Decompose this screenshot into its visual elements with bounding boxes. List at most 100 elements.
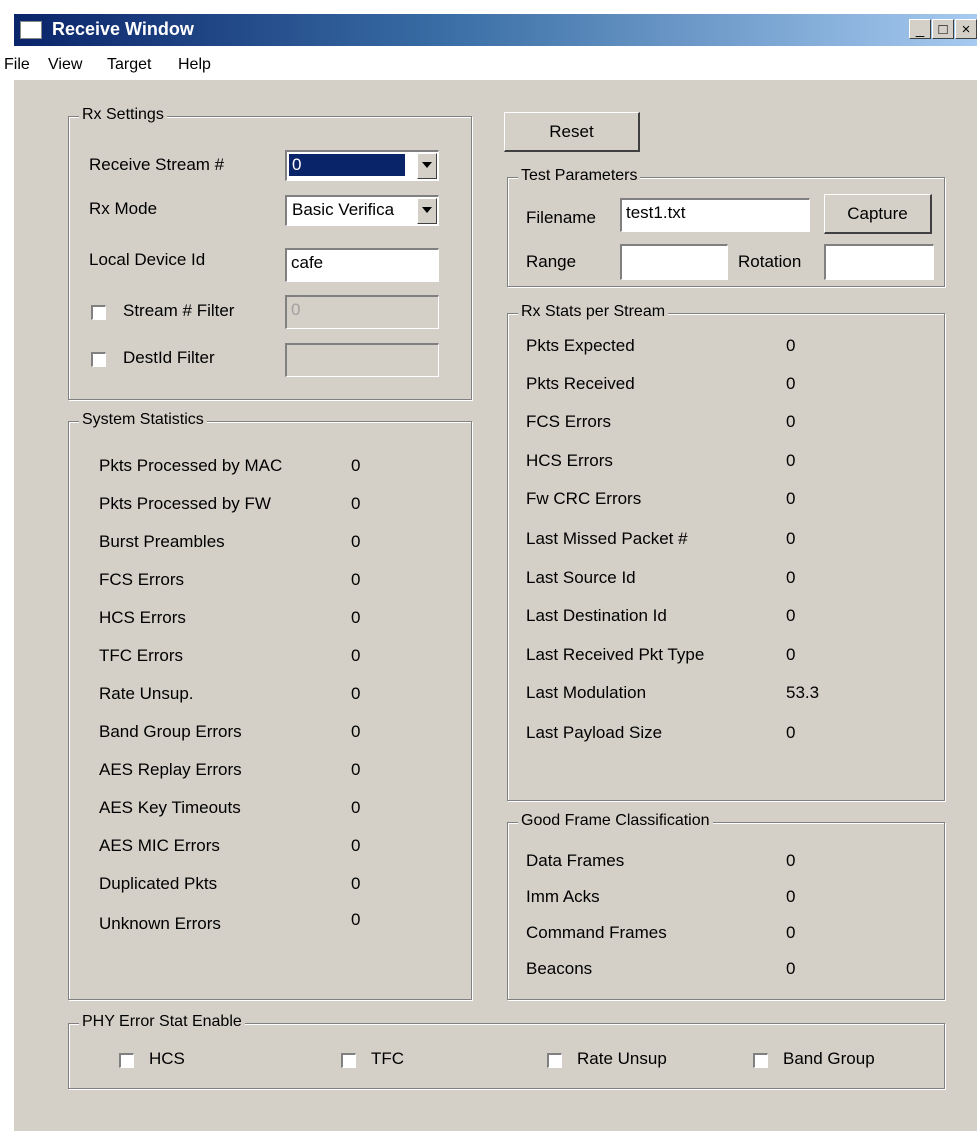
rx-stat-value: 0	[786, 451, 796, 470]
stat-value: 0	[351, 608, 361, 627]
hcs-checkbox[interactable]	[119, 1053, 134, 1068]
range-field[interactable]	[620, 244, 728, 280]
local-device-label: Local Device Id	[89, 250, 206, 269]
stat-label: Duplicated Pkts	[99, 874, 218, 893]
test-parameters-title: Test Parameters	[518, 167, 641, 185]
stat-label: Burst Preambles	[99, 532, 225, 551]
rx-stat-label: Fw CRC Errors	[526, 489, 642, 508]
stat-value: 0	[351, 760, 361, 779]
rx-stats-title: Rx Stats per Stream	[518, 303, 669, 321]
receive-stream-select[interactable]: 0	[285, 150, 439, 181]
rx-stat-value: 0	[786, 606, 796, 625]
menu-file[interactable]: File	[4, 56, 30, 74]
title-bar[interactable]: Receive Window _ □ ×	[14, 14, 977, 46]
stat-label: Pkts Processed by FW	[99, 494, 271, 513]
menu-target[interactable]: Target	[107, 56, 151, 74]
rotation-label: Rotation	[738, 252, 802, 271]
rx-stat-value: 0	[786, 645, 796, 664]
filename-field[interactable]: test1.txt	[620, 198, 810, 232]
stat-value: 0	[351, 646, 361, 665]
rx-stat-value: 53.3	[786, 683, 820, 702]
menu-bar: File View Target Help	[0, 46, 977, 80]
frame-label: Imm Acks	[526, 887, 600, 906]
stream-filter-label: Stream # Filter	[123, 301, 235, 320]
rx-mode-dropdown[interactable]	[417, 198, 437, 224]
rx-stat-label: Last Source Id	[526, 568, 636, 587]
maximize-button[interactable]: □	[932, 19, 954, 39]
stream-filter-checkbox[interactable]	[91, 305, 106, 320]
close-button[interactable]: ×	[955, 19, 977, 39]
rx-mode-label: Rx Mode	[89, 199, 158, 218]
menu-help[interactable]: Help	[178, 56, 211, 74]
stat-label: HCS Errors	[99, 608, 186, 627]
stat-value: 0	[351, 722, 361, 741]
stat-value: 0	[351, 836, 361, 855]
rx-stat-value: 0	[786, 529, 796, 548]
receive-window: Receive Window _ □ × File View Target He…	[0, 0, 977, 1131]
receive-stream-label: Receive Stream #	[89, 155, 225, 174]
tfc-label: TFC	[371, 1049, 405, 1068]
app-window-icon	[20, 21, 42, 39]
rx-stat-value: 0	[786, 568, 796, 587]
client-area: Rx Settings Receive Stream # 0 Rx Mode B…	[14, 80, 977, 1131]
capture-button[interactable]: Capture	[824, 194, 932, 234]
phy-error-group: PHY Error Stat Enable HCS TFC Rate Unsup…	[68, 1013, 945, 1089]
frame-value: 0	[786, 851, 796, 870]
minimize-button[interactable]: _	[909, 19, 931, 39]
stat-label: AES MIC Errors	[99, 836, 220, 855]
rate-unsup-checkbox[interactable]	[547, 1053, 562, 1068]
frame-label: Data Frames	[526, 851, 625, 870]
stat-value: 0	[351, 874, 361, 893]
stat-label: AES Key Timeouts	[99, 798, 241, 817]
hcs-label: HCS	[149, 1049, 185, 1068]
destid-filter-checkbox[interactable]	[91, 352, 106, 367]
frame-value: 0	[786, 887, 796, 906]
reset-button[interactable]: Reset	[504, 112, 640, 152]
rx-stats-group: Rx Stats per Stream Pkts Expected 0 Pkts…	[507, 303, 945, 801]
stat-value: 0	[351, 684, 361, 703]
rx-mode-value: Basic Verifica	[292, 200, 395, 219]
stat-label: AES Replay Errors	[99, 760, 242, 779]
frame-value: 0	[786, 923, 796, 942]
stat-value: 0	[351, 532, 361, 551]
tfc-checkbox[interactable]	[341, 1053, 356, 1068]
rotation-field[interactable]	[824, 244, 934, 280]
rx-stat-label: Last Modulation	[526, 683, 647, 702]
rx-stat-label: FCS Errors	[526, 412, 611, 431]
rx-settings-title: Rx Settings	[79, 106, 167, 124]
rx-stat-label: Last Payload Size	[526, 723, 663, 742]
chevron-down-icon	[422, 162, 432, 168]
system-statistics-group: System Statistics Pkts Processed by MAC …	[68, 411, 472, 1000]
rx-stat-label: Last Destination Id	[526, 606, 667, 625]
stat-label: Band Group Errors	[99, 722, 242, 741]
stat-label: Unknown Errors	[99, 914, 221, 933]
rx-stat-value: 0	[786, 489, 796, 508]
destid-filter-field[interactable]	[285, 343, 439, 377]
rx-stat-label: Pkts Expected	[526, 336, 635, 355]
phy-error-title: PHY Error Stat Enable	[79, 1013, 245, 1031]
destid-filter-label: DestId Filter	[123, 348, 215, 367]
rx-stat-label: Last Received Pkt Type	[526, 645, 705, 664]
band-group-label: Band Group	[783, 1049, 875, 1068]
receive-stream-dropdown[interactable]	[417, 153, 437, 179]
good-frame-title: Good Frame Classification	[518, 812, 713, 830]
rx-stat-label: Pkts Received	[526, 374, 635, 393]
frame-label: Command Frames	[526, 923, 667, 942]
stat-value: 0	[351, 456, 361, 475]
rx-mode-select[interactable]: Basic Verifica	[285, 195, 439, 226]
menu-view[interactable]: View	[48, 56, 82, 74]
rx-stat-value: 0	[786, 374, 796, 393]
frame-value: 0	[786, 959, 796, 978]
filename-label: Filename	[526, 208, 596, 227]
local-device-field[interactable]: cafe	[285, 248, 439, 282]
stat-label: FCS Errors	[99, 570, 184, 589]
frame-label: Beacons	[526, 959, 593, 978]
band-group-checkbox[interactable]	[753, 1053, 768, 1068]
stat-label: Rate Unsup.	[99, 684, 194, 703]
stat-value: 0	[351, 494, 361, 513]
stat-value: 0	[351, 798, 361, 817]
stream-filter-field[interactable]: 0	[285, 295, 439, 329]
rate-unsup-label: Rate Unsup	[577, 1049, 667, 1068]
stat-label: TFC Errors	[99, 646, 184, 665]
rx-stat-value: 0	[786, 723, 796, 742]
